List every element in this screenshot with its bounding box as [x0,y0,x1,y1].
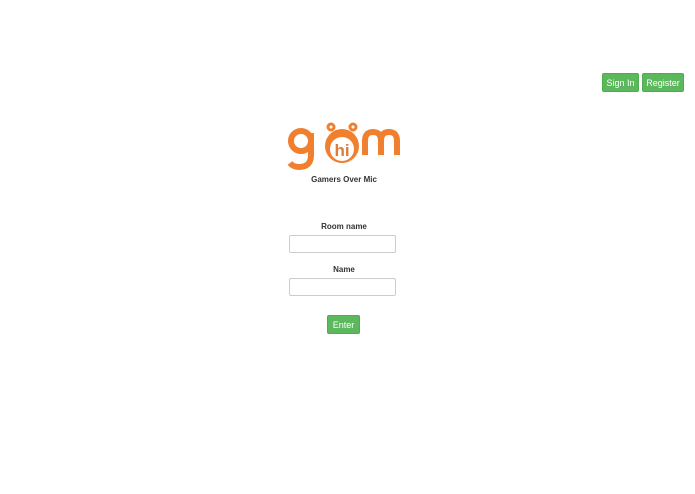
name-label: Name [333,265,355,274]
enter-button[interactable]: Enter [327,315,360,334]
name-input[interactable] [289,278,396,296]
page: Sign In Register hi Gamers Over Mic Room… [0,0,695,494]
auth-buttons: Sign In Register [602,73,684,92]
register-button[interactable]: Register [642,73,684,92]
gom-logo: hi [287,122,400,171]
sign-in-button[interactable]: Sign In [602,73,639,92]
logo-inner-text: hi [334,141,349,160]
room-name-label: Room name [321,222,367,231]
room-name-input[interactable] [289,235,396,253]
tagline: Gamers Over Mic [311,175,377,184]
